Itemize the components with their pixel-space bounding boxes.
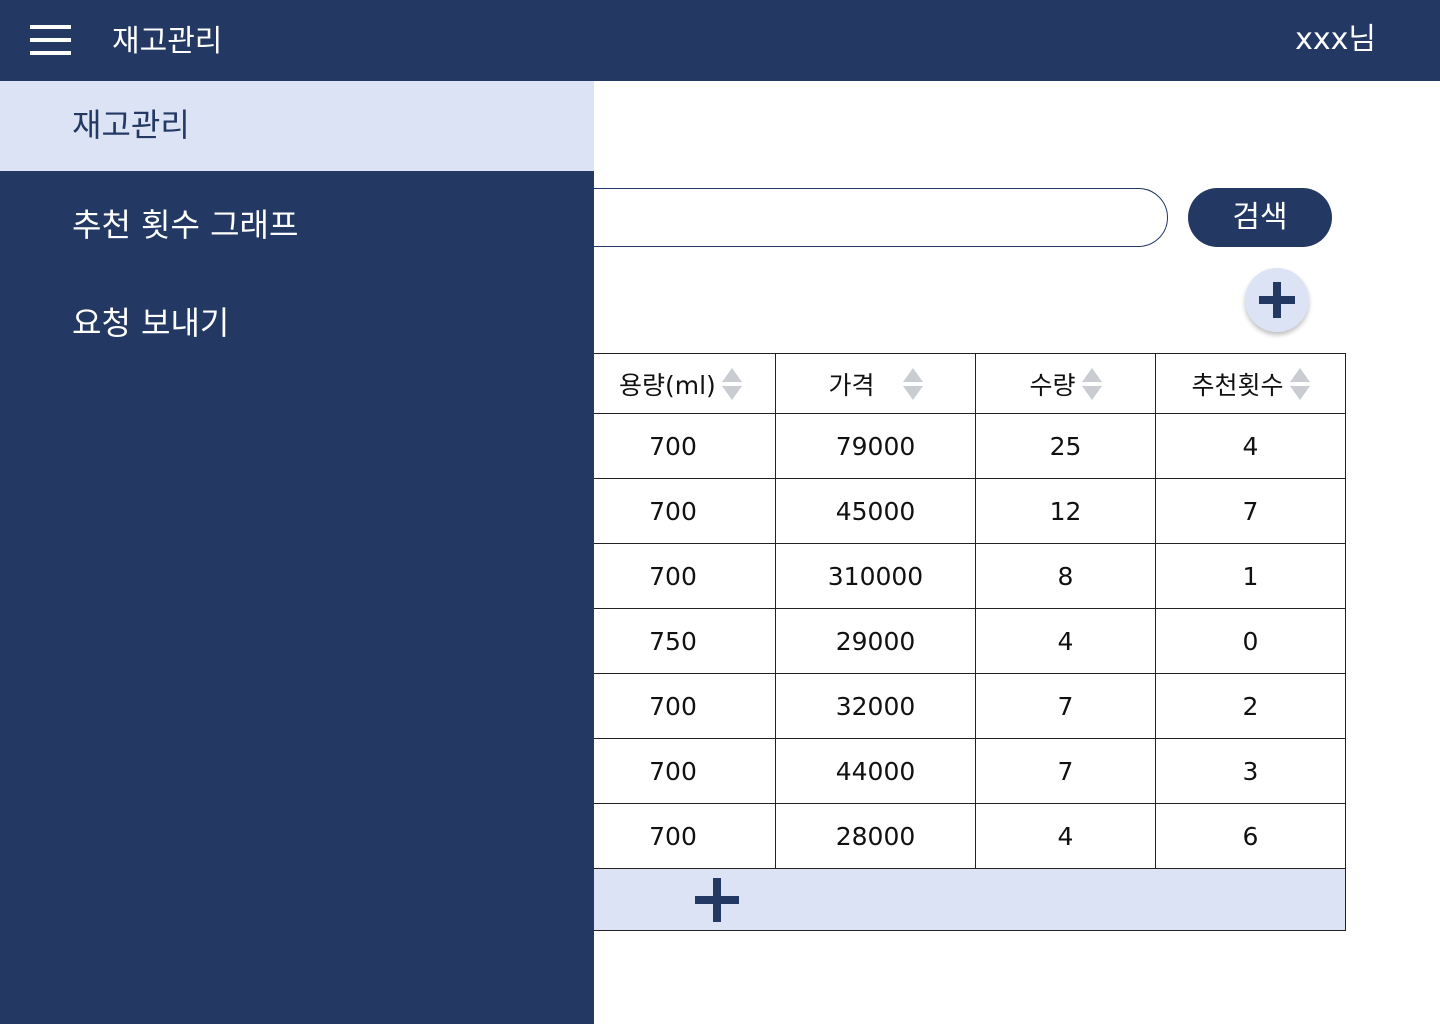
cell-recommend-count: 3	[1155, 738, 1346, 804]
cell-recommend-count: 7	[1155, 478, 1346, 544]
cell-recommend-count: 2	[1155, 673, 1346, 739]
cell-price: 28000	[775, 803, 976, 869]
cell-quantity: 7	[975, 673, 1156, 739]
cell-price: 79000	[775, 413, 976, 479]
app-root: 재고관리 xxx님 검색 용량(ml) 가격 수량 추천횟수 700 79000…	[0, 0, 1440, 1024]
cell-price: 44000	[775, 738, 976, 804]
drawer-item-send-request[interactable]: 요청 보내기	[0, 301, 594, 345]
add-item-button[interactable]	[1245, 268, 1309, 332]
cell-recommend-count: 0	[1155, 608, 1346, 674]
drawer-item-recommend-graph[interactable]: 추천 횟수 그래프	[0, 203, 594, 247]
drawer-item-inventory[interactable]: 재고관리	[0, 81, 594, 171]
cell-quantity: 12	[975, 478, 1156, 544]
sort-arrows-icon[interactable]	[902, 367, 923, 400]
cell-price: 29000	[775, 608, 976, 674]
sort-arrows-icon[interactable]	[721, 368, 742, 400]
cell-price: 45000	[775, 478, 976, 544]
column-label: 추천횟수	[1191, 370, 1284, 400]
column-header-recommend-count[interactable]: 추천횟수	[1155, 353, 1346, 414]
cell-quantity: 7	[975, 738, 1156, 804]
sort-arrows-icon[interactable]	[1081, 367, 1102, 400]
plus-icon	[695, 877, 739, 922]
plus-icon	[1259, 282, 1295, 318]
side-drawer: 재고관리 추천 횟수 그래프 요청 보내기	[0, 81, 594, 1024]
column-header-price[interactable]: 가격	[775, 353, 976, 414]
top-bar: 재고관리 xxx님	[0, 0, 1440, 81]
hamburger-menu-icon[interactable]	[30, 25, 72, 57]
sort-arrows-icon[interactable]	[1289, 367, 1310, 400]
cell-price: 32000	[775, 673, 976, 739]
cell-quantity: 8	[975, 543, 1156, 609]
user-name[interactable]: xxx님	[1295, 20, 1376, 60]
cell-recommend-count: 4	[1155, 413, 1346, 479]
column-label: 가격	[828, 370, 875, 400]
cell-quantity: 4	[975, 803, 1156, 869]
cell-quantity: 25	[975, 413, 1156, 479]
column-header-quantity[interactable]: 수량	[975, 353, 1156, 414]
cell-recommend-count: 1	[1155, 543, 1346, 609]
cell-quantity: 4	[975, 608, 1156, 674]
app-title: 재고관리	[112, 24, 223, 59]
search-button[interactable]: 검색	[1188, 188, 1332, 247]
column-label: 용량(ml)	[619, 371, 716, 400]
column-label: 수량	[1029, 370, 1076, 400]
cell-price: 310000	[775, 543, 976, 609]
cell-recommend-count: 6	[1155, 803, 1346, 869]
